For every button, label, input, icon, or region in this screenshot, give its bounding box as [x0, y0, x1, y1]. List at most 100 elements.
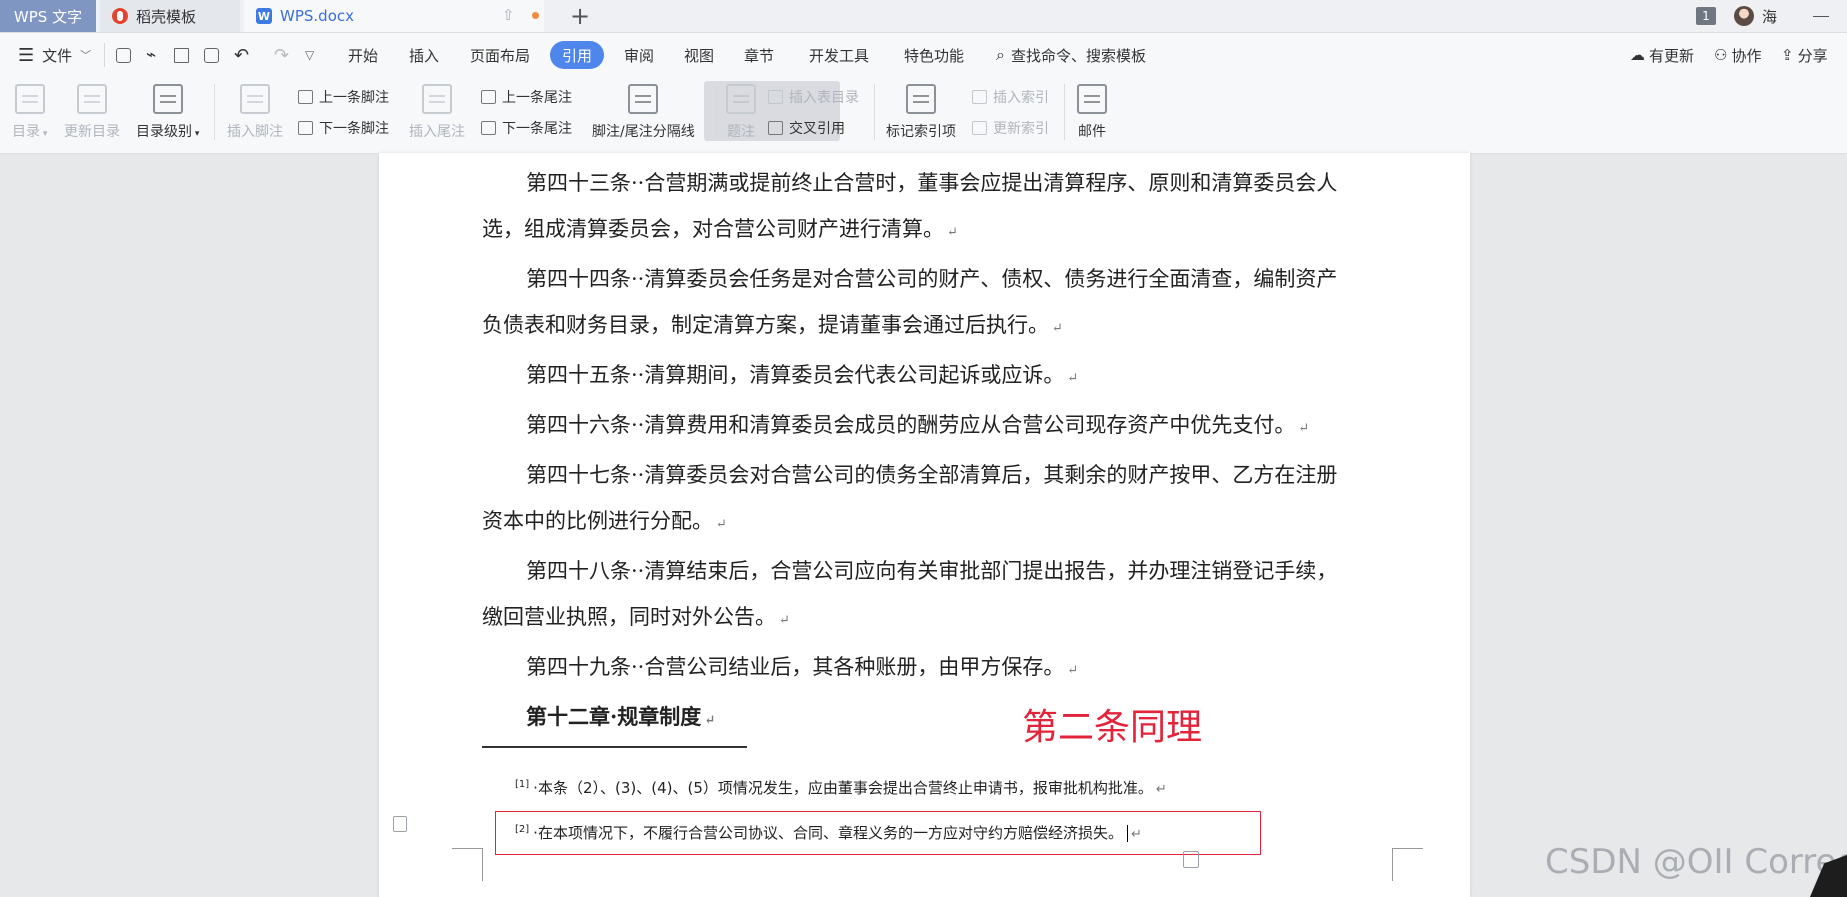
updates-button[interactable]: ☁ 有更新: [1630, 41, 1694, 69]
menu-references[interactable]: 引用: [550, 41, 605, 69]
update-index-label: 更新索引: [993, 121, 1049, 137]
insert-index-icon: [972, 90, 987, 104]
menu-review[interactable]: 审阅: [624, 41, 654, 69]
toc-button[interactable]: 目录 ▾: [12, 84, 47, 141]
divider: [104, 43, 105, 67]
tab-label: WPS 文字: [13, 7, 83, 26]
updates-label: 有更新: [1649, 46, 1695, 65]
menu-developer[interactable]: 开发工具: [809, 41, 869, 69]
undo-icon[interactable]: ↶: [234, 41, 249, 69]
cross-reference-button[interactable]: 交叉引用: [768, 118, 845, 138]
share-button[interactable]: ⇪ 分享: [1781, 41, 1828, 69]
file-menu-label: 文件: [42, 46, 73, 65]
paragraph-line: 选，组成清算委员会，对合营公司财产进行清算。: [482, 217, 944, 241]
minimize-icon[interactable]: [1813, 15, 1829, 17]
menu-features[interactable]: 特色功能: [904, 41, 964, 69]
insert-endnote-button[interactable]: 插入尾注: [409, 84, 465, 141]
paragraph-line: 第四十四条··清算委员会任务是对合营公司的财产、债权、债务进行全面清查，编制资产: [526, 267, 1338, 291]
endnote-icon: [422, 84, 452, 114]
paragraph-line: 第四十七条··清算委员会对合营公司的债务全部清算后，其剩余的财产按甲、乙方在注册: [526, 463, 1338, 487]
next-endnote-button[interactable]: 下一条尾注: [481, 118, 572, 138]
paragraph-mark: ↵: [1298, 421, 1310, 436]
collaborate-button[interactable]: ⚇ 协作: [1714, 41, 1761, 69]
tab-wps-home[interactable]: WPS 文字: [0, 0, 96, 32]
daoke-logo-icon: [112, 8, 128, 24]
divider: [874, 84, 875, 140]
window-count-badge[interactable]: 1: [1695, 7, 1716, 25]
next-footnote-label: 下一条脚注: [319, 121, 389, 137]
toc-level-icon: [152, 84, 183, 114]
insert-table-caption-button[interactable]: 插入表目录: [768, 87, 859, 107]
next-endnote-label: 下一条尾注: [502, 121, 572, 137]
next-footnote-button[interactable]: 下一条脚注: [298, 118, 389, 138]
prev-endnote-button[interactable]: 上一条尾注: [481, 87, 572, 107]
tab-daoke-templates[interactable]: 稻壳模板: [100, 0, 240, 32]
insert-footnote-button[interactable]: 插入脚注: [227, 84, 283, 141]
prev-footnote-button[interactable]: 上一条脚注: [298, 87, 389, 107]
insert-endnote-label: 插入尾注: [409, 124, 465, 140]
redo-icon[interactable]: ↷: [274, 41, 289, 69]
update-index-button[interactable]: 更新索引: [972, 118, 1049, 138]
next-endnote-icon: [481, 121, 496, 135]
search-command[interactable]: ⌕ 查找命令、搜索模板: [996, 41, 1146, 69]
paragraph: 第四十四条··清算委员会任务是对合营公司的财产、债权、债务进行全面清查，编制资产: [482, 256, 1406, 302]
paragraph-line: 负债表和财务目录，制定清算方案，提请董事会通过后执行。: [482, 313, 1049, 337]
tab-label: 稻壳模板: [136, 7, 197, 26]
paste-options-icon[interactable]: [1183, 851, 1199, 868]
menu-insert[interactable]: 插入: [409, 41, 439, 69]
pin-tab-icon[interactable]: ⇧: [502, 6, 515, 24]
annotation-text: 第二条同理: [1022, 707, 1203, 748]
paragraph: 第四十七条··清算委员会对合营公司的债务全部清算后，其剩余的财产按甲、乙方在注册: [482, 452, 1406, 498]
share-label: 分享: [1797, 46, 1828, 65]
menu-start[interactable]: 开始: [348, 41, 378, 69]
mail-label: 邮件: [1078, 124, 1106, 140]
table-caption-icon: [768, 90, 783, 104]
mail-button[interactable]: 邮件: [1077, 84, 1107, 141]
avatar: [1733, 6, 1754, 26]
share-icon: ⇪: [1781, 46, 1794, 64]
watermark: CSDN @OII Correct: [1545, 842, 1847, 882]
paragraph: 第四十九条··合营公司结业后，其各种账册，由甲方保存。 ↵: [482, 644, 1406, 694]
insert-index-button[interactable]: 插入索引: [972, 87, 1049, 107]
footnote-1[interactable]: [1] ·本条（2）、(3)、(4)、(5）项情况发生，应由董事会提出合营终止申请…: [515, 777, 1167, 798]
print-preview-icon[interactable]: [204, 41, 219, 69]
format-painter-icon[interactable]: ⌁: [146, 41, 156, 69]
footnote-separator-button[interactable]: 脚注/尾注分隔线: [592, 84, 695, 141]
crop-mark: [452, 848, 483, 881]
paragraph-mark: ↵: [704, 713, 716, 728]
toc-level-button[interactable]: 目录级别 ▾: [136, 84, 199, 141]
chapter-heading: 第十二章·规章制度 ↵: [482, 694, 1406, 744]
print-icon[interactable]: [174, 41, 189, 69]
footnote-mark: [2]: [515, 824, 530, 835]
mark-index-button[interactable]: 标记索引项: [886, 84, 956, 141]
menu-section[interactable]: 章节: [744, 41, 774, 69]
prev-footnote-label: 上一条脚注: [319, 90, 389, 106]
menu-page-layout[interactable]: 页面布局: [470, 41, 530, 69]
paragraph-mark: ↵: [1155, 782, 1167, 797]
save-icon[interactable]: [116, 41, 131, 69]
mark-index-label: 标记索引项: [886, 124, 956, 140]
paragraph: 第四十八条··清算结束后，合营公司应向有关审批部门提出报告，并办理注销登记手续，: [482, 548, 1406, 594]
search-placeholder: 查找命令、搜索模板: [1010, 46, 1146, 65]
caption-button[interactable]: 题注: [726, 84, 756, 141]
new-tab-icon[interactable]: +: [570, 2, 590, 30]
update-toc-button[interactable]: 更新目录: [64, 84, 120, 141]
crop-mark: [1392, 848, 1423, 881]
tab-document[interactable]: W WPS.docx: [244, 0, 544, 32]
document-outline-icon[interactable]: [393, 816, 407, 832]
update-toc-label: 更新目录: [64, 124, 120, 140]
paragraph-line: 第四十九条··合营公司结业后，其各种账册，由甲方保存。: [526, 655, 1065, 679]
menu-view[interactable]: 视图: [684, 41, 714, 69]
refresh-toc-icon: [77, 84, 107, 114]
file-menu[interactable]: ☰ 文件 ﹀: [18, 41, 91, 69]
toc-level-label: 目录级别: [136, 124, 192, 140]
footnote-2[interactable]: [2] ·在本项情况下，不履行合营公司协议、合同、章程义务的一方应对守约方赔偿经济…: [515, 822, 1142, 843]
document-body[interactable]: 第四十三条··合营期满或提前终止合营时，董事会应提出清算程序、原则和清算委员会人…: [482, 160, 1406, 744]
paragraph-mark: ↵: [947, 225, 958, 240]
paragraph-mark: ↵: [1067, 663, 1079, 678]
customize-toolbar-icon[interactable]: ▽: [305, 41, 314, 69]
paragraph: 第四十六条··清算费用和清算委员会成员的酬劳应从合营公司现存资产中优先支付。 ↵: [482, 402, 1406, 452]
menu-bar: ☰ 文件 ﹀ ⌁ ↶ ↷ ▽ 开始 插入 页面布局 引用 审阅 视图 章节 开发…: [0, 33, 1847, 77]
cloud-icon: ☁: [1630, 46, 1645, 64]
user-account[interactable]: 海: [1733, 6, 1777, 27]
